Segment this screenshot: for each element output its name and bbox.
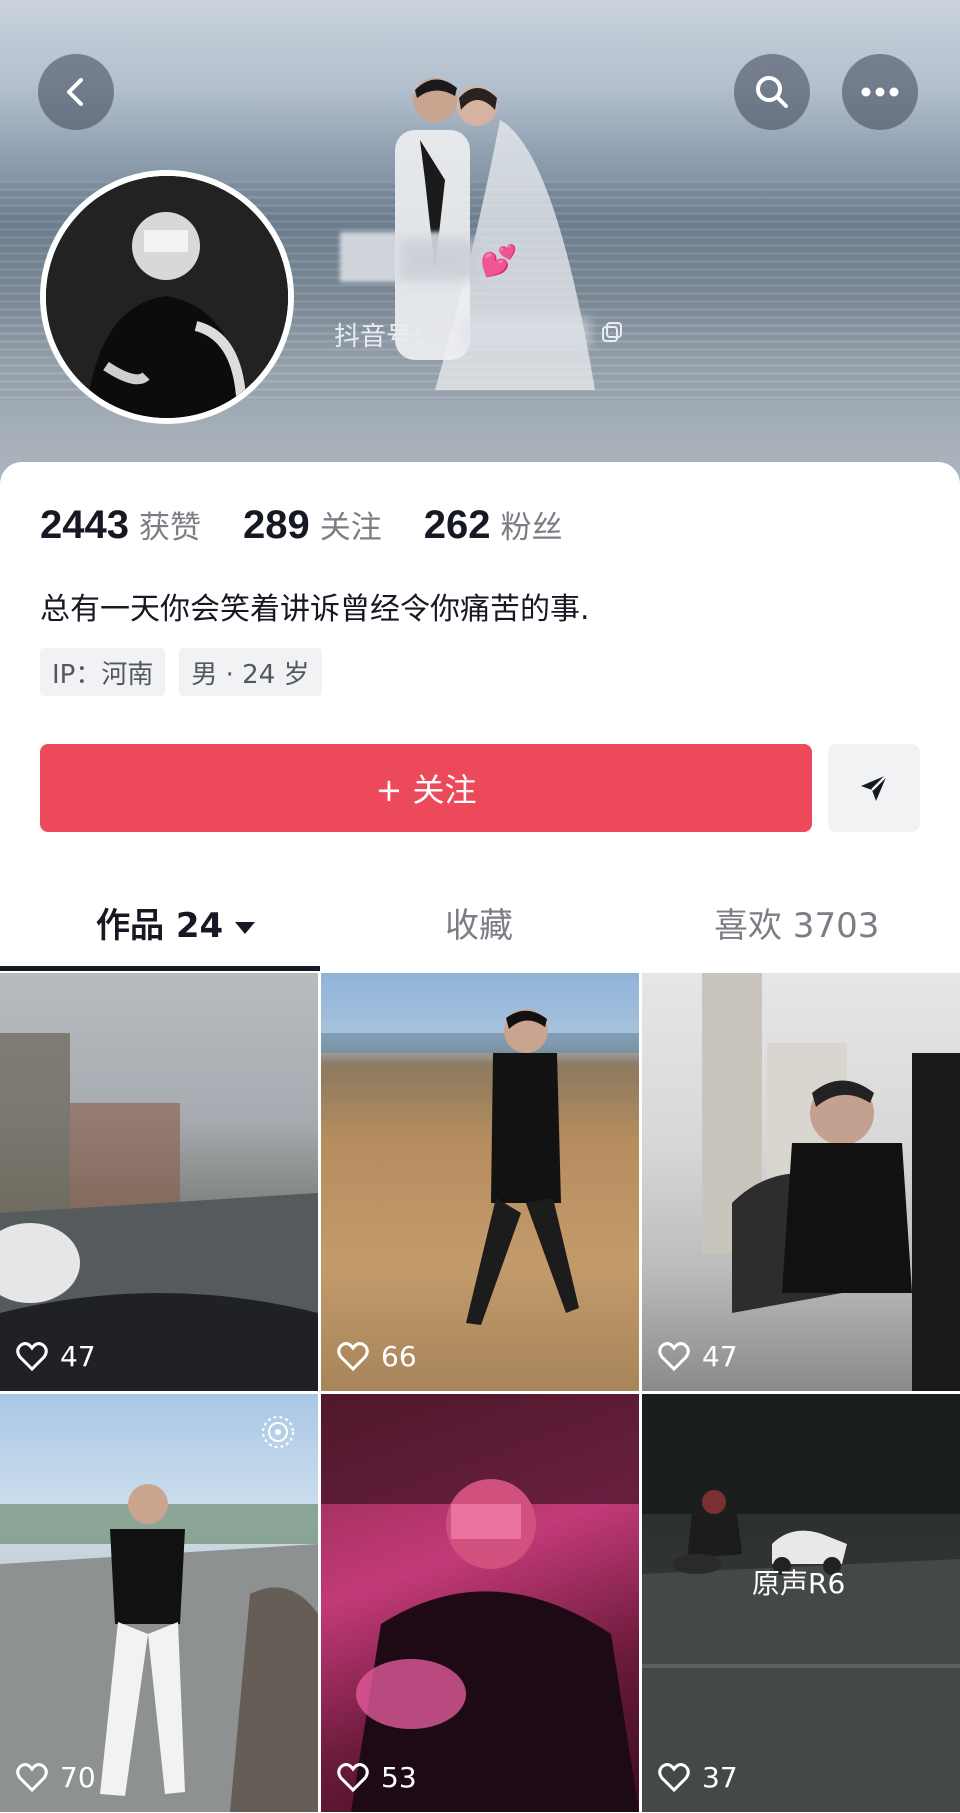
like-count-text: 70 [60, 1761, 96, 1794]
profile-cover: 💕 抖音号： [0, 0, 960, 490]
heart-icon [16, 1341, 48, 1371]
thumbnail-image [702, 973, 960, 1391]
like-count-text: 47 [702, 1340, 738, 1373]
video-thumbnail[interactable]: 47 [0, 973, 318, 1391]
like-count-text: 53 [381, 1761, 417, 1794]
nickname-blur [400, 240, 480, 280]
video-like-count: 47 [658, 1340, 738, 1373]
chevron-left-icon [67, 78, 83, 106]
stat-value: 2443 [40, 503, 129, 547]
like-count-text: 47 [60, 1340, 96, 1373]
video-like-count: 66 [337, 1340, 417, 1373]
video-grid: 47 66 47 70 53 原声R6 37 [0, 973, 960, 1813]
video-like-count: 53 [337, 1761, 417, 1794]
follow-button[interactable]: + 关注 [40, 744, 812, 832]
thumbnail-image [321, 1009, 639, 1325]
video-thumbnail[interactable]: 53 [321, 1394, 639, 1812]
caret-down-icon [235, 921, 256, 934]
nickname-hearts: 💕 [480, 244, 517, 279]
more-horizontal-icon [861, 87, 899, 97]
profile-stats: 2443 获赞 289 关注 262 粉丝 [40, 502, 604, 548]
stat-label: 获赞 [138, 510, 201, 546]
thumbnail-image [0, 1484, 318, 1812]
tab-active-indicator [0, 966, 320, 971]
video-thumbnail[interactable]: 原声R6 37 [642, 1394, 960, 1812]
profile-bio: 总有一天你会笑着讲诉曾经令你痛苦的事. [40, 592, 590, 627]
gender-age-tag: 男 · 24 岁 [179, 648, 322, 696]
heart-icon [658, 1341, 690, 1371]
video-like-count: 47 [16, 1340, 96, 1373]
avatar-image [46, 176, 288, 418]
video-thumbnail[interactable]: 70 [0, 1394, 318, 1812]
stat-following[interactable]: 289 关注 [243, 502, 382, 548]
heart-icon [337, 1762, 369, 1792]
live-icon [262, 1416, 294, 1448]
search-icon [756, 76, 788, 108]
stat-label: 粉丝 [500, 510, 563, 546]
like-count-text: 66 [381, 1340, 417, 1373]
search-button[interactable] [734, 54, 810, 130]
video-thumbnail[interactable]: 66 [321, 973, 639, 1391]
stat-followers[interactable]: 262 粉丝 [424, 502, 563, 548]
stat-label: 关注 [319, 510, 382, 546]
profile-tabs: 作品 24 收藏 喜欢 3703 [0, 870, 960, 971]
profile-tags: IP：河南 男 · 24 岁 [40, 648, 336, 696]
douyin-id-value [460, 318, 590, 348]
stat-value: 262 [423, 503, 491, 547]
back-button[interactable] [38, 54, 114, 130]
douyin-id-label: 抖音号： [334, 321, 439, 351]
stat-likes[interactable]: 2443 获赞 [40, 502, 201, 548]
share-button[interactable] [828, 744, 920, 832]
video-like-count: 70 [16, 1761, 96, 1794]
thumbnail-image [642, 1394, 960, 1812]
ip-location-tag: IP：河南 [40, 648, 166, 696]
stat-value: 289 [242, 503, 310, 547]
send-icon [861, 774, 888, 801]
tab-works[interactable]: 作品 24 [96, 898, 256, 947]
like-count-text: 37 [702, 1761, 738, 1794]
more-button[interactable] [842, 54, 918, 130]
thumbnail-image [321, 1394, 639, 1812]
tab-favorites[interactable]: 收藏 [445, 898, 513, 947]
video-like-count: 37 [658, 1761, 738, 1794]
video-thumbnail[interactable]: 47 [642, 973, 960, 1391]
heart-icon [658, 1762, 690, 1792]
tab-works-label: 作品 24 [96, 906, 224, 946]
heart-icon [16, 1762, 48, 1792]
thumbnail-image [0, 1033, 318, 1391]
avatar[interactable] [40, 170, 294, 424]
tab-likes[interactable]: 喜欢 3703 [714, 898, 879, 947]
copy-icon[interactable] [600, 320, 624, 344]
video-overlay-text: 原声R6 [752, 1567, 846, 1600]
heart-icon [337, 1341, 369, 1371]
